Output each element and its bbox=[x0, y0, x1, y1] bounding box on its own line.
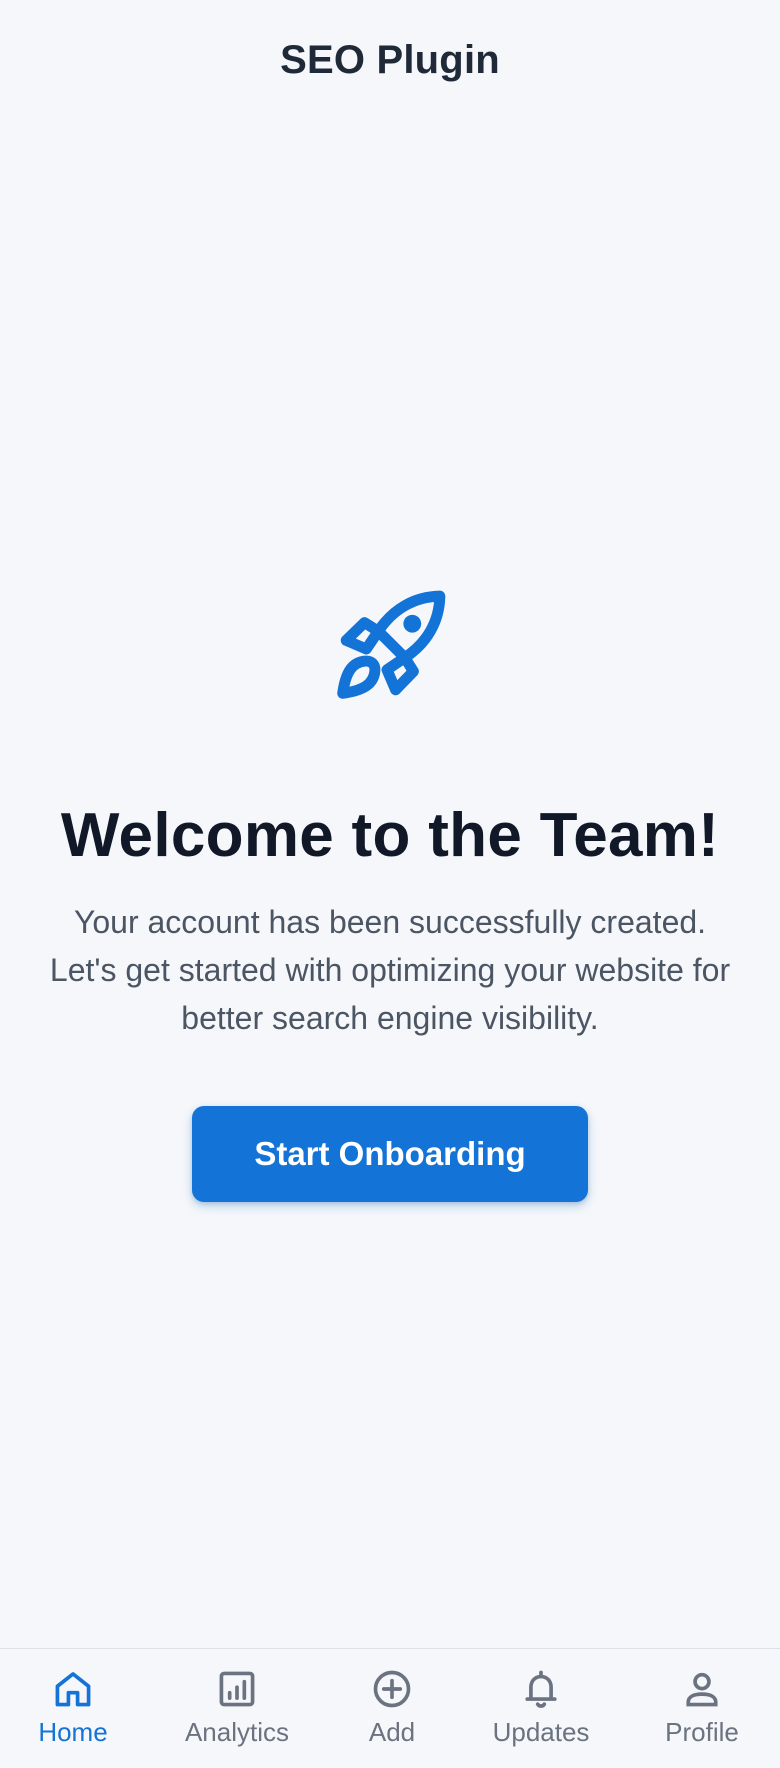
main-content: Welcome to the Team! Your account has be… bbox=[0, 0, 780, 1648]
nav-label-analytics: Analytics bbox=[184, 1717, 290, 1747]
app-header: SEO Plugin bbox=[0, 0, 780, 120]
nav-item-analytics[interactable]: Analytics bbox=[172, 1649, 302, 1768]
add-circle-icon bbox=[370, 1667, 414, 1711]
nav-item-profile[interactable]: Profile bbox=[652, 1649, 752, 1768]
start-onboarding-button[interactable]: Start Onboarding bbox=[192, 1106, 588, 1202]
home-icon bbox=[51, 1667, 95, 1711]
welcome-message: Your account has been successfully creat… bbox=[49, 904, 731, 1036]
analytics-icon bbox=[215, 1667, 259, 1711]
rocket-icon bbox=[322, 576, 460, 714]
nav-item-add[interactable]: Add bbox=[352, 1649, 432, 1768]
nav-label-profile: Profile bbox=[665, 1717, 739, 1747]
nav-label-updates: Updates bbox=[492, 1717, 590, 1747]
welcome-title: Welcome to the Team! bbox=[60, 801, 720, 870]
app-screen: Welcome to the Team! Your account has be… bbox=[0, 0, 780, 1768]
bottom-navigation: Home Analytics Add Updates Profile bbox=[0, 1648, 780, 1768]
page-title: SEO Plugin bbox=[280, 37, 500, 82]
nav-item-home[interactable]: Home bbox=[22, 1649, 124, 1768]
bell-icon bbox=[519, 1667, 563, 1711]
nav-item-updates[interactable]: Updates bbox=[486, 1649, 596, 1768]
nav-label-add: Add bbox=[368, 1717, 416, 1747]
person-icon bbox=[680, 1667, 724, 1711]
nav-label-home: Home bbox=[38, 1717, 108, 1747]
